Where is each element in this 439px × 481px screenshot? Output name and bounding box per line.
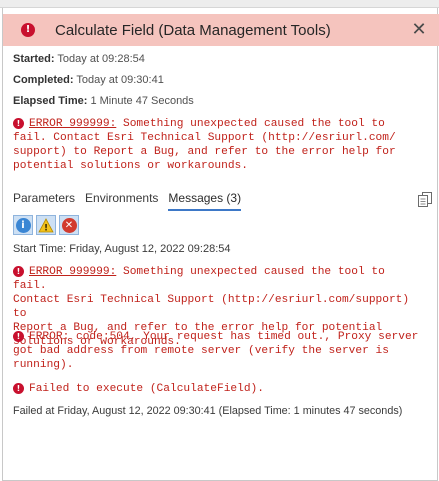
svg-text:!: !: [44, 223, 48, 233]
elapsed-label: Elapsed Time:: [13, 95, 88, 107]
error-line: Contact Esri Technical Support (http://e…: [13, 294, 410, 320]
completed-row: Completed: Today at 09:30:41: [13, 74, 164, 86]
error-message-3: ! Failed to execute (CalculateField).: [13, 382, 423, 396]
error-line: running).: [13, 359, 74, 371]
started-label: Started:: [13, 53, 55, 65]
background-window-strip: [0, 0, 439, 8]
tab-strip: Parameters Environments Messages (3): [13, 191, 251, 211]
title-bar: ! Calculate Field (Data Management Tools…: [3, 14, 439, 46]
copy-icon[interactable]: [418, 192, 432, 207]
window-title: Calculate Field (Data Management Tools): [55, 21, 331, 39]
elapsed-row: Elapsed Time: 1 Minute 47 Seconds: [13, 95, 194, 107]
started-value: Today at 09:28:54: [57, 53, 145, 65]
completed-label: Completed:: [13, 74, 74, 86]
error-icon: !: [21, 23, 35, 37]
error-icon: !: [13, 266, 24, 277]
tool-result-popup: ! Calculate Field (Data Management Tools…: [2, 8, 439, 481]
close-button[interactable]: ✕: [409, 19, 429, 41]
error-line: potential solutions or workarounds.: [13, 160, 248, 172]
filter-info-button[interactable]: i: [13, 215, 33, 235]
started-row: Started: Today at 09:28:54: [13, 53, 145, 65]
error-line: Failed to execute (CalculateField).: [29, 383, 264, 395]
tab-environments[interactable]: Environments: [85, 191, 158, 211]
warning-icon: !: [38, 217, 54, 233]
error-icon: ✕: [61, 217, 77, 233]
filter-error-button[interactable]: ✕: [59, 215, 79, 235]
error-line: got bad address from remote server (veri…: [13, 345, 389, 357]
error-icon: !: [13, 118, 24, 129]
info-icon: i: [15, 217, 31, 233]
error-icon: !: [13, 331, 24, 342]
error-message-2: ! ERROR: code:504, Your request has timed…: [13, 330, 423, 372]
error-code-link[interactable]: ERROR 999999:: [29, 266, 116, 278]
failed-at-message: Failed at Friday, August 12, 2022 09:30:…: [13, 405, 403, 417]
start-time-message: Start Time: Friday, August 12, 2022 09:2…: [13, 243, 231, 255]
tab-messages[interactable]: Messages (3): [168, 191, 242, 211]
elapsed-value: 1 Minute 47 Seconds: [90, 95, 194, 107]
error-line: support) to Report a Bug, and refer to t…: [13, 146, 396, 158]
error-code-link[interactable]: ERROR 999999:: [29, 118, 116, 130]
tab-parameters[interactable]: Parameters: [13, 191, 75, 211]
error-icon: !: [13, 383, 24, 394]
completed-value: Today at 09:30:41: [76, 74, 164, 86]
filter-warning-button[interactable]: !: [36, 215, 56, 235]
error-line: fail. Contact Esri Technical Support (ht…: [13, 132, 396, 144]
summary-error-message: ! ERROR 999999: Something unexpected caus…: [13, 117, 423, 173]
error-line: Something unexpected caused the tool to: [123, 118, 385, 130]
message-filter-bar: i ! ✕: [13, 215, 82, 235]
error-line: ERROR: code:504, Your request has timed …: [29, 331, 419, 343]
